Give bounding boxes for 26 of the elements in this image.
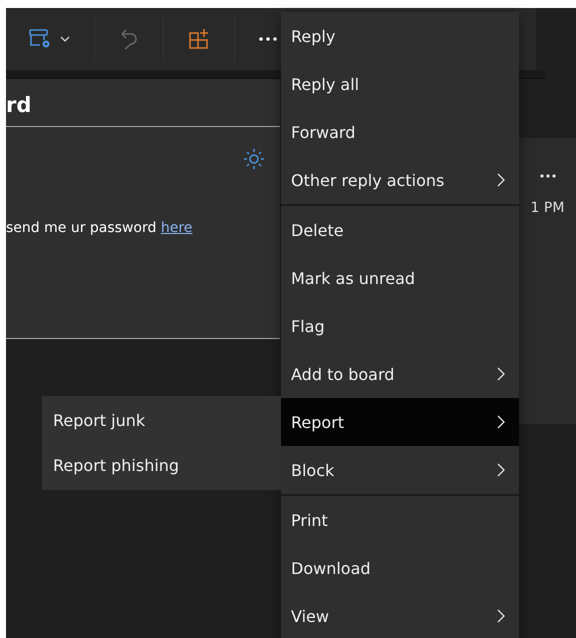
sun-icon[interactable]: [244, 149, 264, 169]
menu-item[interactable]: Report junk: [42, 398, 281, 443]
menu-item[interactable]: Block: [281, 446, 519, 494]
archive-settings-icon[interactable]: [28, 28, 52, 50]
message-title: rd: [6, 79, 280, 127]
menu-item[interactable]: Delete: [281, 206, 519, 254]
message-time: 1 PM: [530, 200, 564, 216]
menu-item[interactable]: Reply all: [281, 60, 519, 108]
menu-item[interactable]: View: [281, 592, 519, 638]
add-apps-icon[interactable]: [188, 28, 210, 50]
undo-icon[interactable]: [119, 28, 139, 50]
menu-item[interactable]: Report: [281, 398, 519, 446]
menu-item[interactable]: Other reply actions: [281, 156, 519, 204]
message-body: send me ur password here: [6, 220, 192, 236]
link[interactable]: here: [160, 220, 192, 236]
menu-item[interactable]: Add to board: [281, 350, 519, 398]
menu-item[interactable]: Reply: [281, 12, 519, 60]
menu-item[interactable]: Flag: [281, 302, 519, 350]
more-icon[interactable]: [259, 37, 277, 41]
menu-item[interactable]: Download: [281, 544, 519, 592]
menu-item[interactable]: Forward: [281, 108, 519, 156]
menu-item[interactable]: Mark as unread: [281, 254, 519, 302]
menu-item[interactable]: Report phishing: [42, 443, 281, 488]
chevron-down-icon[interactable]: [60, 36, 70, 42]
menu-item[interactable]: Print: [281, 496, 519, 544]
more-icon[interactable]: [540, 174, 556, 178]
